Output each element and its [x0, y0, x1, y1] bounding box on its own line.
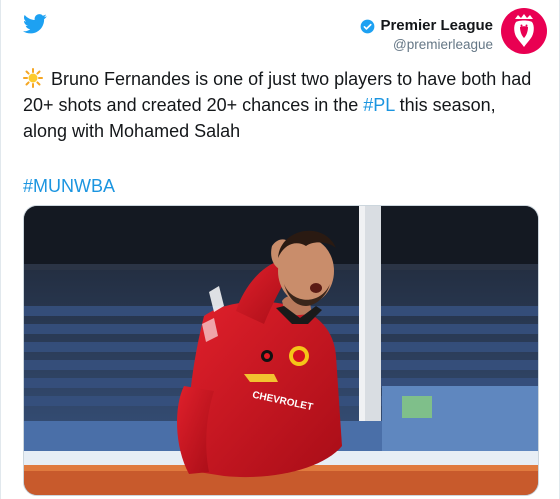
tweet-text: Bruno Fernandes is one of just two playe…: [23, 66, 543, 144]
tweet-card: Premier League @premierleague Bruno Fern…: [0, 0, 560, 499]
twitter-bird-icon[interactable]: [23, 14, 47, 34]
player-celebration-image: CHEVROLET: [24, 206, 538, 495]
tweet-media-photo[interactable]: CHEVROLET: [23, 205, 539, 496]
avatar[interactable]: [501, 8, 547, 54]
verified-badge-icon: [361, 19, 375, 33]
tweet-author[interactable]: Premier League @premierleague: [360, 8, 547, 54]
premier-league-lion-logo: [514, 14, 534, 47]
hashtag-pl-link[interactable]: #PL: [363, 95, 394, 115]
sun-emoji-icon: [23, 68, 43, 88]
display-name[interactable]: Premier League: [380, 17, 493, 35]
hashtag-munwba-link[interactable]: #MUNWBA: [23, 174, 115, 198]
author-names: Premier League @premierleague: [360, 8, 493, 54]
handle[interactable]: @premierleague: [360, 36, 493, 54]
